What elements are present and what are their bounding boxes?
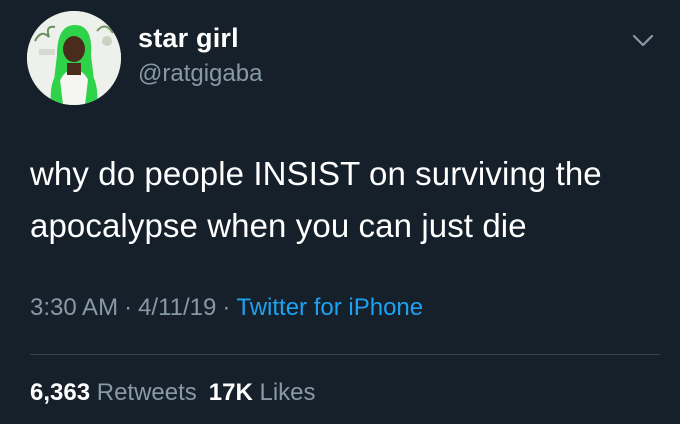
meta-separator: ·	[124, 294, 133, 321]
chevron-down-icon[interactable]	[632, 34, 654, 48]
retweets-count: 6,363	[30, 379, 91, 406]
avatar[interactable]	[27, 11, 121, 105]
tweet-source-link[interactable]: Twitter for iPhone	[236, 294, 423, 321]
tweet-stats: 6,363 Retweets 17K Likes	[30, 378, 316, 408]
display-name[interactable]: star girl	[138, 22, 239, 54]
tweet-date[interactable]: 4/11/19	[138, 294, 216, 321]
divider	[30, 354, 660, 355]
tweet-text: why do people INSIST on surviving the ap…	[30, 155, 602, 244]
likes-count: 17K	[208, 379, 253, 406]
profile-photo-icon	[27, 11, 121, 105]
likes-label: Likes	[259, 379, 316, 406]
user-handle[interactable]: @ratgigaba	[138, 60, 262, 88]
tweet-time[interactable]: 3:30 AM	[30, 294, 118, 321]
likes-stat[interactable]: 17K Likes	[209, 379, 316, 406]
tweet-card: star girl @ratgigaba why do people INSIS…	[0, 0, 680, 424]
retweets-label: Retweets	[96, 379, 197, 406]
meta-separator: ·	[222, 294, 231, 321]
retweets-stat[interactable]: 6,363 Retweets	[30, 379, 197, 406]
tweet-meta: 3:30 AM · 4/11/19 · Twitter for iPhone	[30, 293, 423, 323]
